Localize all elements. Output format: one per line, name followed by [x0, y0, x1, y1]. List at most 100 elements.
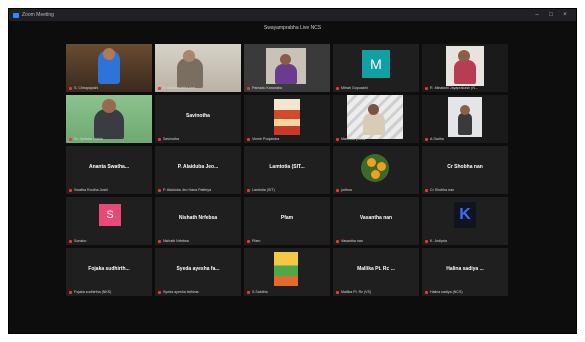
participant-name: Pamadu Kanaraba — [252, 86, 282, 90]
participant-tile[interactable]: Mallika Pt. Rc ... Mallika Pt. Rc (VS) — [333, 248, 419, 296]
participant-avatar: M — [333, 44, 419, 92]
participant-display-name: Ananta Swatha... — [88, 164, 129, 170]
participant-name-label: S.Sabitha — [247, 290, 327, 294]
participant-avatar: S — [66, 197, 152, 245]
participant-name: Cr Shobha nan — [430, 188, 455, 192]
participant-name: Swatha Routha Joshi — [74, 188, 108, 192]
participant-name-label: Syeda ayesha fathima — [158, 290, 238, 294]
mic-muted-icon — [158, 239, 161, 243]
mic-muted-icon — [247, 239, 250, 243]
participant-video — [333, 146, 419, 194]
participant-tile[interactable]: Syeda ayesha fa... Syeda ayesha fathima — [155, 248, 241, 296]
participant-display-name: Syeda ayesha fa... — [176, 266, 220, 272]
participant-name: Pfam — [252, 239, 261, 243]
participant-name: Sonabo — [74, 239, 87, 243]
participant-name-label: Mallika Pt. Rc (VS) — [336, 290, 416, 294]
participant-tile[interactable]: Vinnie Poojandra — [244, 95, 330, 143]
participant-display-name: Mallika Pt. Rc ... — [357, 266, 395, 272]
participant-name-label: Cr Shobha nan — [425, 188, 505, 192]
mic-muted-icon — [158, 188, 161, 192]
avatar-letter: S — [99, 204, 121, 226]
participant-name-label: Swatha Routha Joshi — [69, 188, 149, 192]
participant-video — [422, 44, 508, 92]
participant-tile[interactable]: S.Sabitha — [244, 248, 330, 296]
participant-display-name: Nishath Nrfebsa — [178, 215, 218, 221]
participant-video — [244, 95, 330, 143]
participant-tile[interactable]: R. Minakshi Jayaprakash (N... — [422, 44, 508, 92]
participant-tile[interactable]: Maninda phinal — [333, 95, 419, 143]
participant-tile[interactable]: Savinotha Savinotha — [155, 95, 241, 143]
mic-muted-icon — [425, 86, 428, 90]
mic-muted-icon — [336, 137, 339, 141]
participant-tile[interactable]: judtrva — [333, 146, 419, 194]
participant-name-label: Vasantha nan — [336, 239, 416, 243]
participant-tile[interactable]: M Mitrah Gopuasht — [333, 44, 419, 92]
participant-tile[interactable]: Ananta Swatha... Swatha Routha Joshi — [66, 146, 152, 194]
participant-display-name: Cr Shobha nan — [447, 164, 483, 170]
participant-video — [244, 248, 330, 296]
participant-name: Mallika Pt. Rc (VS) — [341, 290, 372, 294]
participant-tile[interactable]: A.Sadha — [422, 95, 508, 143]
gallery-grid: S. Chhayajoshi E. Nandanartha one Pamadu K… — [66, 44, 511, 296]
participant-name-label: Pamadu Kanaraba — [247, 86, 327, 90]
mic-muted-icon — [247, 137, 250, 141]
participant-tile[interactable]: Cr Shobha nan Cr Shobha nan — [422, 146, 508, 194]
participant-tile[interactable]: P. Alaiduba Jeo... P. Alaiduba Jeo Hana P… — [155, 146, 241, 194]
participant-tile[interactable]: S. Chhayajoshi — [66, 44, 152, 92]
zoom-logo-icon — [13, 12, 19, 18]
title-bar: Zoom Meeting – □ × — [9, 9, 576, 21]
participant-name-label: K. Jedipria — [425, 239, 505, 243]
participant-name-label: Sonabo — [69, 239, 149, 243]
maximize-button[interactable]: □ — [544, 12, 558, 18]
participant-video — [244, 44, 330, 92]
participant-name: Nishath Nrfebsa — [163, 239, 189, 243]
participant-tile[interactable]: K K. Jedipria — [422, 197, 508, 245]
mic-muted-icon — [69, 290, 72, 294]
participant-name-label: Pfam — [247, 239, 327, 243]
participant-name: E. Nandanartha one — [163, 86, 196, 90]
mic-muted-icon — [247, 188, 250, 192]
participant-tile[interactable]: Pfam Pfam — [244, 197, 330, 245]
participant-video — [66, 44, 152, 92]
participant-video — [66, 95, 152, 143]
mic-muted-icon — [336, 290, 339, 294]
minimize-button[interactable]: – — [530, 12, 544, 18]
mic-muted-icon — [336, 86, 339, 90]
mic-muted-icon — [247, 290, 250, 294]
participant-name: Dr. Jyotsna Josha — [74, 137, 103, 141]
participant-tile[interactable]: Nishath Nrfebsa Nishath Nrfebsa — [155, 197, 241, 245]
participant-tile[interactable]: Fojaka sudhirth... Fojaka sudhirtha (NKS) — [66, 248, 152, 296]
participant-name: Syeda ayesha fathima — [163, 290, 199, 294]
participant-tile[interactable]: Dr. Jyotsna Josha — [66, 95, 152, 143]
participant-tile[interactable]: S Sonabo — [66, 197, 152, 245]
participant-video — [333, 95, 419, 143]
participant-name-label: A.Sadha — [425, 137, 505, 141]
participant-name: S.Sabitha — [252, 290, 268, 294]
window-title: Zoom Meeting — [22, 12, 54, 18]
participant-name: Fojaka sudhirtha (NKS) — [74, 290, 112, 294]
mic-muted-icon — [69, 137, 72, 141]
close-button[interactable]: × — [558, 12, 572, 18]
meeting-title: Swayamprabha Live NCS — [263, 25, 322, 31]
participant-name-label: R. Minakshi Jayaprakash (N... — [425, 86, 505, 90]
participant-video — [155, 44, 241, 92]
mic-muted-icon — [69, 86, 72, 90]
participant-tile[interactable]: E. Nandanartha one — [155, 44, 241, 92]
mic-muted-icon — [336, 188, 339, 192]
participant-tile[interactable]: Lamtotia (SIT... Lamtotia (SIT) — [244, 146, 330, 194]
participant-name-label: S. Chhayajoshi — [69, 86, 149, 90]
participant-name: A.Sadha — [430, 137, 444, 141]
mic-muted-icon — [158, 137, 161, 141]
mic-muted-icon — [425, 239, 428, 243]
mic-muted-icon — [425, 188, 428, 192]
participant-tile[interactable]: Pamadu Kanaraba — [244, 44, 330, 92]
participant-name: Mitrah Gopuasht — [341, 86, 368, 90]
participant-name-label: Mitrah Gopuasht — [336, 86, 416, 90]
participant-name-label: Maninda phinal — [336, 137, 416, 141]
participant-name: Maninda phinal — [341, 137, 366, 141]
participant-display-name: Fojaka sudhirth... — [88, 266, 130, 272]
participant-display-name: Halina sadiya ... — [446, 266, 484, 272]
participant-name-label: Nishath Nrfebsa — [158, 239, 238, 243]
participant-tile[interactable]: Halina sadiya ... Halina sadiya (NCS) — [422, 248, 508, 296]
participant-tile[interactable]: Vasantha nan Vasantha nan — [333, 197, 419, 245]
